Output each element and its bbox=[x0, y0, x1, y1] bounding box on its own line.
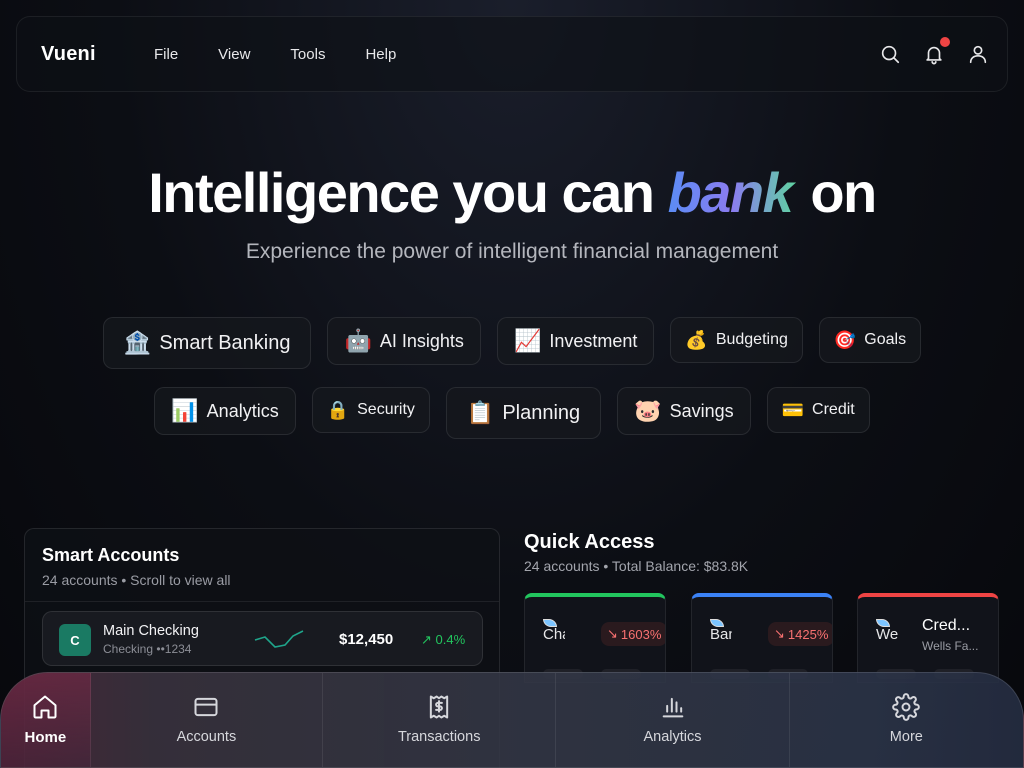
nav-accounts[interactable]: Accounts bbox=[91, 673, 324, 767]
change-badge: ↘ 1425% bbox=[768, 622, 832, 646]
nav-analytics[interactable]: Analytics bbox=[556, 673, 790, 767]
pill-investment[interactable]: 📈 Investment bbox=[496, 317, 655, 365]
account-row[interactable]: C Main Checking Checking ••1234 $12,450 … bbox=[42, 611, 483, 666]
header-actions bbox=[879, 37, 989, 65]
quick-access-card[interactable]: Wel Cred... Wells Fa... bbox=[857, 593, 999, 683]
sparkline-icon bbox=[254, 630, 304, 648]
pill-smart-banking[interactable]: 🏦 Smart Banking bbox=[102, 317, 312, 369]
nav-label: Home bbox=[24, 729, 67, 746]
bank-icon: 🏦 bbox=[123, 330, 152, 356]
user-icon[interactable] bbox=[967, 43, 989, 65]
feature-pills-row-2: 📊 Analytics 🔒 Security 📋 Planning 🐷 Savings … bbox=[0, 387, 1024, 439]
chart-up-icon: 📈 bbox=[513, 328, 542, 354]
hero-title-start: Intelligence you can bbox=[148, 161, 668, 224]
pill-analytics[interactable]: 📊 Analytics bbox=[154, 387, 296, 435]
account-change-value: 0.4% bbox=[435, 632, 466, 647]
bank-logo: Ban bbox=[710, 619, 732, 645]
pill-label: Security bbox=[357, 401, 415, 418]
quick-access-card[interactable]: Ban ↘1425% bbox=[691, 593, 833, 683]
account-change: ↗ 0.4% bbox=[421, 632, 465, 648]
nav-home[interactable]: Home bbox=[1, 673, 91, 767]
nav-label: More bbox=[889, 729, 923, 745]
pill-label: Goals bbox=[864, 331, 907, 348]
pill-label: Budgeting bbox=[715, 331, 788, 348]
smart-accounts-title: Smart Accounts bbox=[42, 545, 180, 565]
nav-label: Accounts bbox=[176, 729, 237, 745]
account-name: Main Checking bbox=[103, 623, 199, 639]
hero-title-end: on bbox=[796, 161, 877, 224]
trend-up-icon: ↗ bbox=[421, 632, 436, 647]
bell-icon[interactable] bbox=[923, 37, 950, 65]
menu-tools[interactable]: Tools bbox=[290, 46, 325, 63]
bar-chart-icon bbox=[662, 697, 683, 718]
hero-title: Intelligence you can bank on bbox=[0, 160, 1024, 225]
nav-transactions[interactable]: Transactions bbox=[323, 673, 557, 767]
credit-card-icon: 💳 bbox=[781, 399, 805, 421]
account-meta: Checking ••1234 bbox=[103, 642, 192, 656]
money-bag-icon: 💰 bbox=[685, 329, 708, 351]
trend-down-icon: ↘ bbox=[607, 626, 618, 641]
pill-label: Savings bbox=[669, 400, 734, 421]
bank-logo-alt: Ban bbox=[710, 626, 732, 643]
quick-access-title: Quick Access bbox=[524, 531, 655, 553]
card-bank-name: Wells Fa... bbox=[922, 639, 979, 653]
pig-icon: 🐷 bbox=[634, 398, 662, 424]
app-logo[interactable]: Vueni bbox=[41, 43, 96, 66]
wallet-icon bbox=[194, 697, 218, 717]
pill-credit[interactable]: 💳 Credit bbox=[766, 387, 870, 433]
nav-label: Transactions bbox=[397, 729, 481, 745]
bank-logo-alt: Wel bbox=[876, 626, 898, 643]
hero-subtitle: Experience the power of intelligent fina… bbox=[245, 240, 779, 263]
hero-title-accent: bank bbox=[668, 161, 797, 224]
nav-more[interactable]: More bbox=[790, 673, 1023, 767]
quick-access-card[interactable]: Cha ↘1603% bbox=[524, 593, 666, 683]
pill-label: Smart Banking bbox=[159, 331, 291, 354]
target-icon: 🎯 bbox=[833, 329, 857, 351]
menu-help[interactable]: Help bbox=[365, 46, 396, 63]
robot-icon: 🤖 bbox=[344, 328, 372, 354]
pill-label: Credit bbox=[812, 401, 855, 418]
menu-bar: File View Tools Help bbox=[154, 46, 436, 63]
bar-chart-icon: 📊 bbox=[171, 398, 199, 424]
top-bar: Vueni File View Tools Help bbox=[16, 16, 1008, 92]
pill-budgeting[interactable]: 💰 Budgeting bbox=[670, 317, 803, 363]
pill-ai-insights[interactable]: 🤖 AI Insights bbox=[327, 317, 481, 365]
bank-logo-alt: Cha bbox=[543, 626, 565, 643]
menu-view[interactable]: View bbox=[218, 46, 250, 63]
bottom-nav: Home Accounts Transactions Analytics Mor… bbox=[0, 672, 1024, 768]
divider bbox=[25, 601, 499, 602]
pill-label: AI Insights bbox=[379, 330, 464, 351]
gear-icon bbox=[892, 693, 921, 721]
account-balance: $12,450 bbox=[339, 631, 394, 648]
pill-security[interactable]: 🔒 Security bbox=[311, 387, 430, 433]
smart-accounts-subtitle: 24 accounts • Scroll to view all bbox=[42, 572, 231, 588]
change-badge: ↘ 1603% bbox=[601, 622, 665, 646]
bank-logo: Wel bbox=[876, 619, 898, 645]
pill-planning[interactable]: 📋 Planning bbox=[445, 387, 602, 439]
card-account-name: Cred... bbox=[922, 617, 971, 634]
quick-access-subtitle: 24 accounts • Total Balance: $83.8K bbox=[524, 558, 749, 574]
lock-icon: 🔒 bbox=[326, 399, 350, 421]
pill-label: Analytics bbox=[206, 400, 279, 421]
pill-goals[interactable]: 🎯 Goals bbox=[818, 317, 922, 363]
bank-logo: Cha bbox=[543, 619, 565, 645]
account-avatar: C bbox=[59, 624, 91, 656]
menu-file[interactable]: File bbox=[154, 46, 178, 63]
search-icon[interactable] bbox=[879, 43, 901, 65]
pill-label: Planning bbox=[502, 401, 581, 424]
trend-down-icon: ↘ bbox=[774, 626, 785, 641]
change-value: 1425% bbox=[787, 626, 829, 642]
clipboard-icon: 📋 bbox=[466, 400, 495, 426]
home-icon bbox=[33, 695, 57, 719]
change-value: 1603% bbox=[620, 626, 662, 642]
nav-label: Analytics bbox=[643, 729, 702, 745]
notification-dot bbox=[940, 37, 950, 47]
pill-savings[interactable]: 🐷 Savings bbox=[617, 387, 751, 435]
pill-label: Investment bbox=[549, 330, 638, 351]
feature-pills-row-1: 🏦 Smart Banking 🤖 AI Insights 📈 Investment … bbox=[0, 317, 1024, 369]
receipt-icon bbox=[430, 695, 449, 719]
